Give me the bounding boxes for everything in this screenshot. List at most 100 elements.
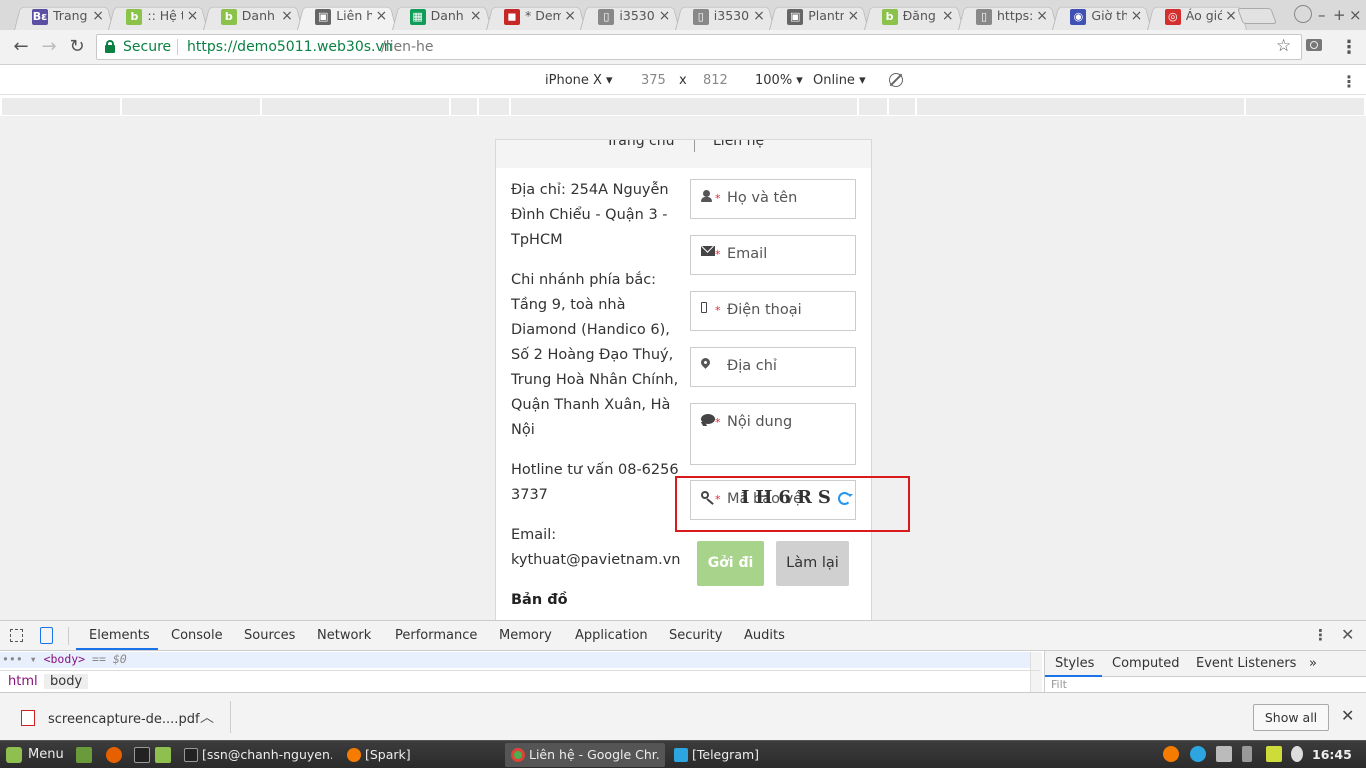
tab-close-icon[interactable]: × (470, 8, 482, 24)
reset-button[interactable]: Làm lại (776, 541, 849, 586)
taskbar-window[interactable]: [ssn@chanh-nguyen... (178, 743, 338, 767)
terminal-icon[interactable] (134, 747, 150, 763)
tab-close-icon[interactable]: × (281, 8, 293, 24)
message-textarea[interactable]: * Nội dung (690, 403, 856, 465)
device-width[interactable]: 375 (641, 73, 666, 88)
tab-favicon-icon: ▣ (787, 9, 804, 25)
firefox-icon[interactable] (106, 747, 122, 763)
tab-close-icon[interactable]: × (92, 8, 104, 24)
reload-icon[interactable]: ↻ (66, 36, 88, 58)
address-bar[interactable]: Secure https://demo5011.web30s.vn /lien-… (96, 34, 1302, 60)
devtools-tab[interactable]: Memory (499, 628, 552, 643)
browser-tab[interactable]: ▯ i3530 × (673, 3, 777, 30)
tab-close-icon[interactable]: × (1036, 8, 1048, 24)
event-listeners-tab[interactable]: Event Listeners (1196, 656, 1296, 671)
devtools-tab[interactable]: Sources (244, 628, 295, 643)
computed-tab[interactable]: Computed (1112, 656, 1180, 671)
back-icon[interactable]: ← (10, 36, 32, 58)
devtools-tab[interactable]: Application (575, 628, 648, 643)
devtools-close-icon[interactable]: ✕ (1341, 625, 1354, 644)
browser-tab[interactable]: ▣ Liên hệ× (295, 3, 399, 30)
more-tabs-icon[interactable]: » (1309, 656, 1317, 671)
close-window-icon[interactable]: × (1349, 6, 1362, 24)
devtools-tab[interactable]: Performance (395, 628, 477, 643)
styles-tab[interactable]: Styles (1055, 656, 1094, 671)
tab-close-icon[interactable]: × (564, 8, 576, 24)
phone-field[interactable]: * Điện thoại (690, 291, 856, 331)
browser-tab[interactable]: ▯ i3530 × (578, 3, 682, 30)
devtools-tab[interactable]: Console (171, 628, 223, 643)
inspect-element-icon[interactable] (10, 629, 23, 642)
device-height[interactable]: 812 (703, 73, 728, 88)
tab-close-icon[interactable]: × (375, 8, 387, 24)
device-select[interactable]: iPhone X ▾ (545, 73, 613, 88)
nav-home-link[interactable]: Trang chủ (606, 140, 674, 149)
crumb-html[interactable]: html (8, 674, 38, 689)
minimize-icon[interactable]: – (1318, 6, 1326, 24)
close-shelf-icon[interactable]: ✕ (1341, 706, 1354, 725)
browser-tab[interactable]: ▣ Plantn × (767, 3, 871, 30)
dom-tree-selected-node[interactable]: ••• ▾ <body> == $0 (0, 652, 1040, 668)
zoom-select[interactable]: 100% ▾ (755, 73, 803, 88)
tab-title: https:/ (997, 8, 1033, 23)
tray-calendar-icon[interactable] (1216, 746, 1232, 762)
send-button[interactable]: Gởi đi (697, 541, 764, 586)
browser-tab[interactable]: ▯ https:/× (956, 3, 1060, 30)
styles-filter-input[interactable]: Filt (1051, 678, 1067, 691)
tab-title: Liên hệ (336, 8, 373, 23)
devtools-tab[interactable]: Elements (89, 628, 150, 643)
maximize-icon[interactable]: + (1333, 6, 1346, 24)
desktop-icon[interactable] (76, 747, 92, 763)
email-link[interactable]: kythuat@pavietnam.vn (511, 552, 680, 568)
download-filename[interactable]: screencapture-de....pdf (48, 712, 200, 727)
name-field[interactable]: * Họ và tên (690, 179, 856, 219)
media-query-ruler (2, 98, 1364, 115)
forward-icon[interactable]: → (38, 36, 60, 58)
device-toggle-icon[interactable] (40, 627, 53, 644)
browser-tab[interactable]: b:: Hệ th× (106, 3, 210, 30)
browser-tab[interactable]: ◼ * Dem × (484, 3, 588, 30)
tray-user-icon[interactable] (1291, 746, 1303, 762)
taskbar-window[interactable]: [Spark] (341, 743, 501, 767)
tab-close-icon[interactable]: × (847, 8, 859, 24)
tab-close-icon[interactable]: × (753, 8, 765, 24)
tray-network-icon[interactable] (1266, 746, 1282, 762)
taskbar-window[interactable]: [Telegram] (668, 743, 828, 767)
devtools-tab[interactable]: Audits (744, 628, 785, 643)
tray-telegram-icon[interactable] (1190, 746, 1206, 762)
tab-close-icon[interactable]: × (1225, 8, 1237, 24)
taskbar-window[interactable]: Liên hệ - Google Chr... (505, 743, 665, 767)
browser-tab[interactable]: Bε Trang × (12, 3, 116, 30)
show-all-button[interactable]: Show all (1253, 704, 1329, 731)
devtools-tab[interactable]: Network (317, 628, 371, 643)
chrome-menu-icon[interactable]: ⋮ (1340, 37, 1358, 58)
devtools-more-icon[interactable]: ⋮ (1313, 626, 1328, 644)
nav-contact-link[interactable]: Liên hệ (713, 140, 764, 149)
browser-tab[interactable]: b Danh × (201, 3, 305, 30)
tab-close-icon[interactable]: × (1131, 8, 1143, 24)
tab-close-icon[interactable]: × (659, 8, 671, 24)
menu-label[interactable]: Menu (28, 747, 64, 762)
network-select[interactable]: Online ▾ (813, 73, 866, 88)
camera-icon[interactable] (1306, 39, 1322, 51)
browser-tab[interactable]: ▦ Danh × (390, 3, 494, 30)
devtools-tab[interactable]: Security (669, 628, 722, 643)
rotate-icon[interactable] (889, 73, 903, 87)
browser-tab[interactable]: ◉ Giờ th × (1050, 3, 1154, 30)
browser-tab[interactable]: b Đăng × (862, 3, 966, 30)
browser-tab[interactable]: ◎ Áo gió × (1145, 3, 1249, 30)
tab-close-icon[interactable]: × (942, 8, 954, 24)
tab-close-icon[interactable]: × (187, 8, 199, 24)
tray-app-icon[interactable] (1163, 746, 1179, 762)
tray-tools-icon[interactable] (1242, 746, 1252, 762)
chevron-up-icon[interactable]: ︿ (200, 707, 214, 727)
new-tab-button[interactable] (1237, 8, 1277, 24)
profile-icon[interactable] (1294, 5, 1312, 23)
email-field[interactable]: * Email (690, 235, 856, 275)
mint-menu-icon[interactable] (6, 747, 22, 763)
crumb-body[interactable]: body (44, 674, 89, 689)
device-more-icon[interactable]: ⋮ (1341, 72, 1357, 91)
folder-icon[interactable] (155, 747, 171, 763)
bookmark-star-icon[interactable]: ☆ (1276, 36, 1291, 56)
address-field[interactable]: Địa chỉ (690, 347, 856, 387)
